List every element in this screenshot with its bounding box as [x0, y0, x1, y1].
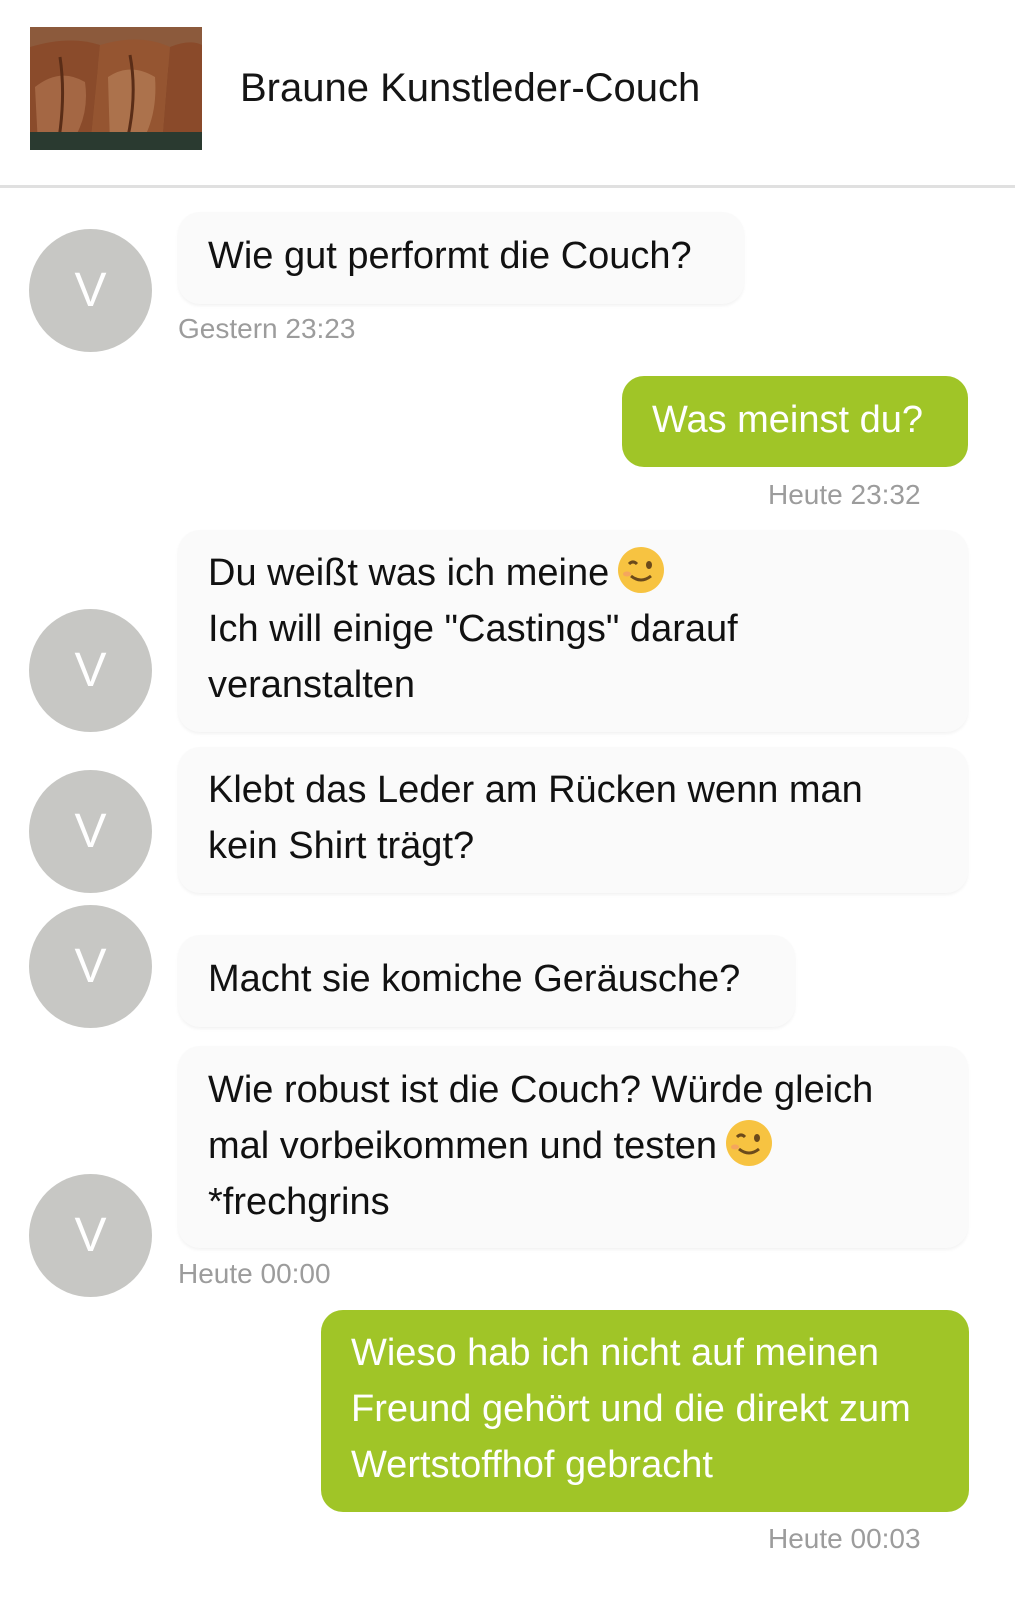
chat-header: Braune Kunstleder-Couch	[0, 0, 1015, 188]
message-text: mal vorbeikommen und testen	[208, 1125, 718, 1167]
avatar[interactable]: V	[29, 905, 152, 1028]
incoming-message: Du weißt was ich meine Ich will einige "…	[178, 530, 968, 732]
message-line: mal vorbeikommen und testen	[208, 1118, 938, 1174]
avatar[interactable]: V	[29, 1174, 152, 1297]
message-timestamp: Heute 23:32	[768, 479, 921, 510]
listing-title[interactable]: Braune Kunstleder-Couch	[240, 66, 700, 111]
message-line: Macht sie komiche Geräusche?	[208, 958, 741, 1000]
avatar[interactable]: V	[29, 229, 152, 352]
message-line: veranstalten	[208, 664, 416, 706]
message-line: Wie robust ist die Couch? Würde gleich	[208, 1069, 874, 1111]
wink-emoji-icon	[618, 547, 665, 593]
message-line: Wieso hab ich nicht auf meinen	[351, 1332, 880, 1374]
message-line: *frechgrins	[208, 1181, 390, 1223]
message-line: Du weißt was ich meine	[208, 545, 938, 601]
message-timestamp: Heute 00:03	[768, 1523, 921, 1554]
message-timestamp: Heute 00:00	[178, 1258, 331, 1289]
avatar[interactable]: V	[29, 770, 152, 893]
avatar[interactable]: V	[29, 609, 152, 732]
message-timestamp: Gestern 23:23	[178, 313, 356, 344]
message-line: Freund gehört und die direkt zum	[351, 1388, 911, 1430]
message-line: Ich will einige "Castings" darauf	[208, 608, 738, 650]
outgoing-message: Wieso hab ich nicht auf meinen Freund ge…	[321, 1310, 969, 1512]
incoming-message: Wie robust ist die Couch? Würde gleich m…	[178, 1046, 968, 1248]
message-line: Wertstoffhof gebracht	[351, 1444, 713, 1486]
incoming-message: Klebt das Leder am Rücken wenn man kein …	[178, 747, 968, 893]
incoming-message: Wie gut performt die Couch?	[178, 212, 744, 304]
wink-emoji-icon	[726, 1120, 773, 1166]
listing-thumbnail[interactable]	[30, 27, 202, 150]
couch-photo	[30, 27, 202, 150]
message-line: Wie gut performt die Couch?	[208, 235, 692, 277]
message-line: Klebt das Leder am Rücken wenn man	[208, 769, 863, 811]
outgoing-message: Was meinst du?	[622, 376, 968, 467]
incoming-message: Macht sie komiche Geräusche?	[178, 935, 795, 1027]
message-line: kein Shirt trägt?	[208, 825, 475, 867]
message-line: Was meinst du?	[652, 399, 924, 441]
message-text: Du weißt was ich meine	[208, 552, 610, 594]
